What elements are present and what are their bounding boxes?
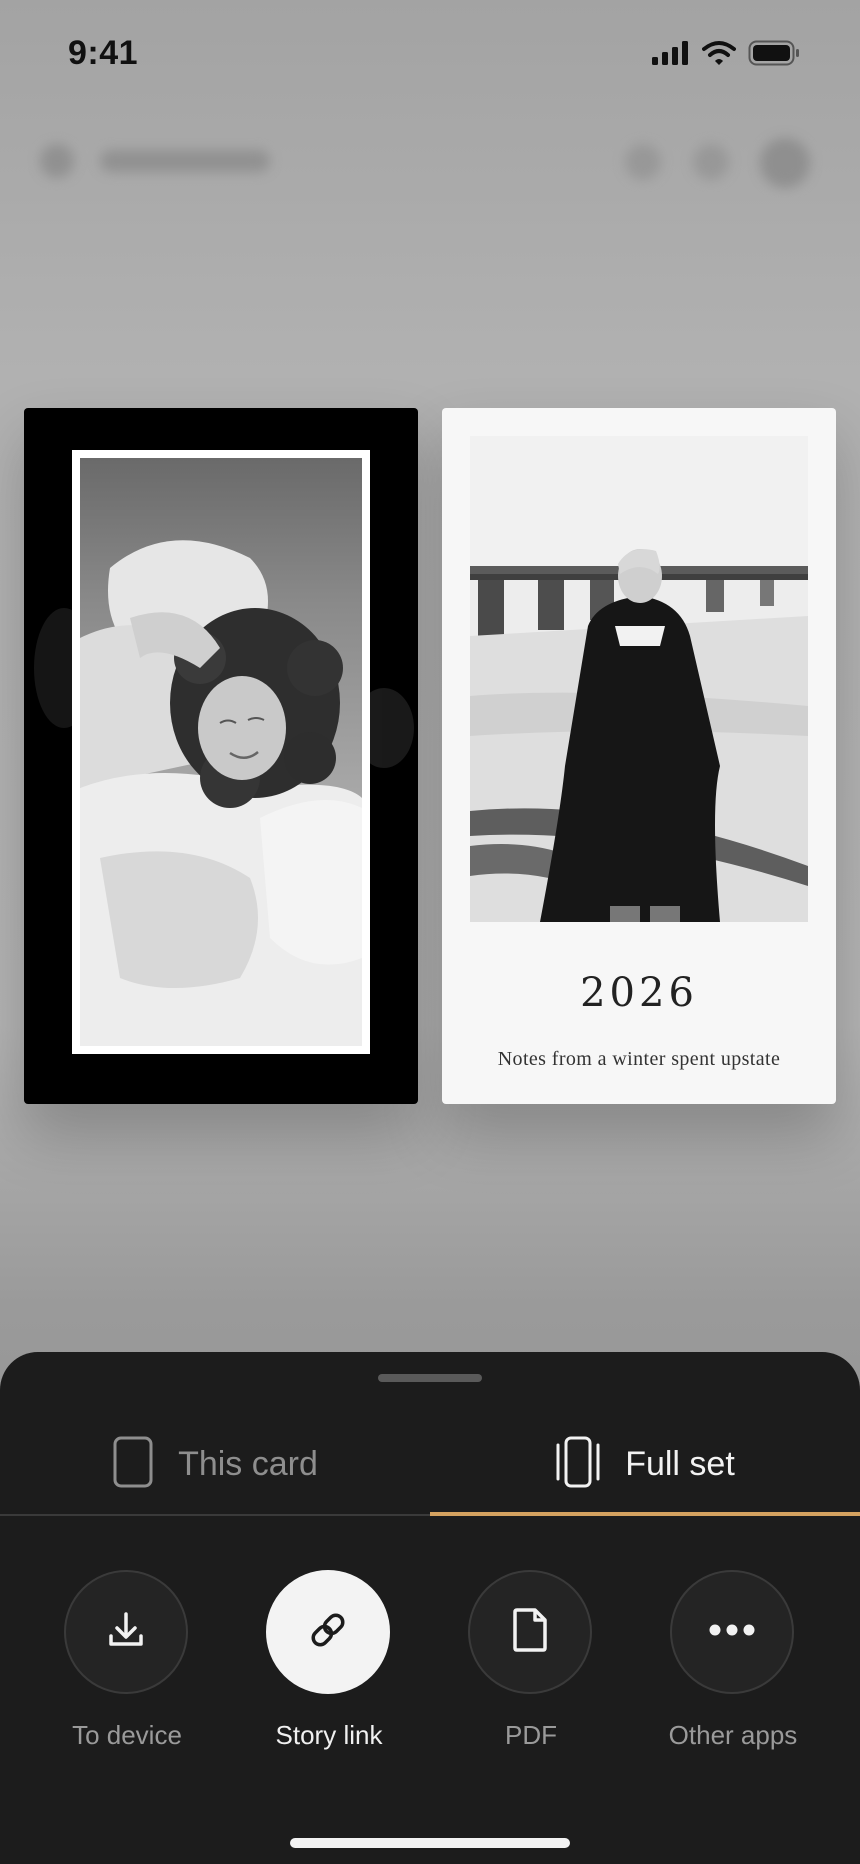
avatar: [760, 138, 810, 188]
card-stack-icon: [555, 1435, 601, 1494]
link-icon: [306, 1608, 350, 1657]
single-card-icon: [112, 1435, 154, 1494]
wifi-icon: [702, 40, 736, 71]
status-time: 9:41: [68, 34, 139, 72]
other-apps-button[interactable]: [670, 1570, 794, 1694]
to-device-button[interactable]: [64, 1570, 188, 1694]
portrait-photo-frame: [72, 450, 370, 1054]
cellular-signal-icon: [652, 41, 690, 70]
other-apps-action[interactable]: Other apps: [648, 1570, 818, 1750]
selected-tab-indicator: [430, 1512, 860, 1516]
back-icon: [40, 144, 74, 178]
pdf-action[interactable]: PDF: [446, 1570, 616, 1750]
story-card-right[interactable]: 2026 Notes from a winter spent upstate: [442, 408, 836, 1104]
woman-in-coat-photo: [470, 436, 808, 922]
action-label: To device: [72, 1720, 182, 1750]
story-link-action[interactable]: Story link: [244, 1570, 414, 1750]
tab-label: Full set: [625, 1444, 735, 1483]
battery-icon: [748, 40, 800, 71]
share-scope-tabs: This card Full set: [0, 1412, 860, 1516]
to-device-action[interactable]: To device: [42, 1570, 212, 1750]
story-card-left[interactable]: [24, 408, 418, 1104]
action-label: Other apps: [668, 1720, 798, 1750]
woman-in-bed-photo: [80, 458, 362, 1046]
sheet-grabber[interactable]: [378, 1374, 482, 1382]
tab-full-set[interactable]: Full set: [430, 1412, 860, 1516]
tab-this-card[interactable]: This card: [0, 1412, 430, 1516]
share-sheet: This card Full set To device Story link …: [0, 1352, 860, 1864]
document-icon: [508, 1606, 552, 1659]
home-indicator: [290, 1838, 570, 1848]
action-label: PDF: [505, 1720, 557, 1750]
card-caption: Notes from a winter spent upstate: [497, 1048, 781, 1070]
winter-bridge-photo: [470, 436, 808, 922]
story-link-button[interactable]: [266, 1570, 390, 1694]
more-icon: [708, 1623, 756, 1642]
share-actions: To device Story link PDF Other apps: [0, 1570, 860, 1750]
download-icon: [104, 1608, 148, 1657]
action-label: Story link: [275, 1720, 383, 1750]
pdf-button[interactable]: [468, 1570, 592, 1694]
header-title-placeholder: [100, 150, 270, 172]
tab-label: This card: [178, 1444, 318, 1483]
header-action-icon: [693, 144, 729, 180]
app-screen: 9:41 2026 Notes from a winter spent upst…: [0, 0, 860, 1864]
status-icons: [652, 40, 800, 71]
card-year: 2026: [580, 970, 698, 1016]
header-action-icon: [625, 144, 661, 180]
blurred-app-header: [0, 120, 860, 200]
status-bar: 9:41: [0, 0, 860, 110]
